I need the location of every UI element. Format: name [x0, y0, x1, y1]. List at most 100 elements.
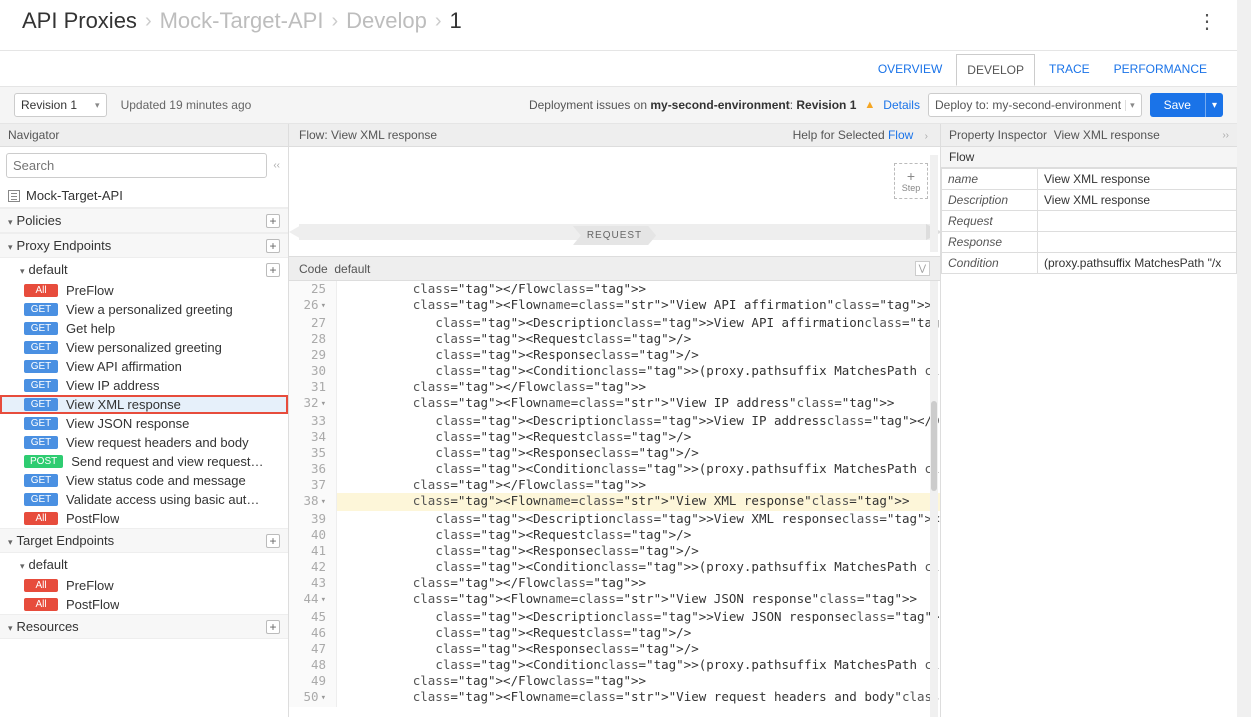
code-line[interactable]: 47 class="tag"><Responseclass="tag">/>: [289, 641, 940, 657]
kebab-menu-icon[interactable]: ⋮: [1197, 9, 1217, 34]
method-badge: GET: [24, 493, 58, 506]
flow-item[interactable]: GETView a personalized greeting: [0, 300, 288, 319]
tab-overview[interactable]: OVERVIEW: [868, 54, 952, 84]
code-line[interactable]: 39 class="tag"><Descriptionclass="tag">>…: [289, 511, 940, 527]
save-button[interactable]: Save: [1150, 93, 1205, 117]
code-editor[interactable]: 25 class="tag"></Flowclass="tag">>26▾ cl…: [289, 281, 940, 717]
diagram-scrollbar[interactable]: [930, 155, 938, 252]
section-resources[interactable]: ▾Resources +: [0, 614, 288, 639]
collapse-right-icon[interactable]: ›: [923, 131, 930, 142]
property-row[interactable]: nameView XML response: [942, 169, 1237, 190]
add-resource-button[interactable]: +: [266, 620, 280, 634]
tab-performance[interactable]: PERFORMANCE: [1104, 54, 1217, 84]
help-flow-link[interactable]: Flow: [888, 128, 913, 142]
breadcrumb-section[interactable]: Develop: [346, 8, 427, 34]
property-table: nameView XML responseDescriptionView XML…: [941, 168, 1237, 274]
line-number: 42: [289, 559, 337, 575]
flow-item[interactable]: POSTSend request and view request…: [0, 452, 288, 471]
method-badge: GET: [24, 360, 58, 373]
navigator-root[interactable]: Mock-Target-API: [0, 184, 288, 208]
flow-item[interactable]: GETGet help: [0, 319, 288, 338]
line-number: 33: [289, 413, 337, 429]
code-options-button[interactable]: ⋁: [915, 261, 930, 276]
flow-diagram: + Step REQUEST: [289, 147, 940, 257]
code-line[interactable]: 44▾ class="tag"><Flow name=class="str">"…: [289, 591, 940, 609]
code-line[interactable]: 50▾ class="tag"><Flow name=class="str">"…: [289, 689, 940, 707]
property-value[interactable]: (proxy.pathsuffix MatchesPath "/x: [1038, 253, 1237, 274]
add-flow-button[interactable]: +: [266, 263, 280, 277]
code-line[interactable]: 38▾ class="tag"><Flow name=class="str">"…: [289, 493, 940, 511]
collapse-icon[interactable]: ‹‹: [271, 160, 282, 171]
property-value[interactable]: [1038, 211, 1237, 232]
add-step-button[interactable]: + Step: [894, 163, 928, 199]
section-policies[interactable]: ▾Policies +: [0, 208, 288, 233]
section-target-endpoints[interactable]: ▾Target Endpoints +: [0, 528, 288, 553]
code-label: Code: [299, 262, 328, 276]
code-line[interactable]: 46 class="tag"><Requestclass="tag">/>: [289, 625, 940, 641]
flow-item[interactable]: AllPreFlow: [0, 576, 288, 595]
flow-item[interactable]: AllPostFlow: [0, 509, 288, 528]
code-line[interactable]: 26▾ class="tag"><Flow name=class="str">"…: [289, 297, 940, 315]
property-value[interactable]: View XML response: [1038, 169, 1237, 190]
line-number: 45: [289, 609, 337, 625]
code-line[interactable]: 41 class="tag"><Responseclass="tag">/>: [289, 543, 940, 559]
code-line[interactable]: 49 class="tag"></Flowclass="tag">>: [289, 673, 940, 689]
flow-item[interactable]: AllPostFlow: [0, 595, 288, 614]
flow-item[interactable]: GETView XML response: [0, 395, 288, 414]
code-line[interactable]: 29 class="tag"><Responseclass="tag">/>: [289, 347, 940, 363]
deploy-to-select[interactable]: Deploy to: my-second-environment ▾: [928, 93, 1142, 117]
section-proxy-endpoints[interactable]: ▾Proxy Endpoints +: [0, 233, 288, 258]
add-target-endpoint-button[interactable]: +: [266, 534, 280, 548]
property-row[interactable]: Condition(proxy.pathsuffix MatchesPath "…: [942, 253, 1237, 274]
tab-develop[interactable]: DEVELOP: [956, 54, 1035, 86]
code-line[interactable]: 36 class="tag"><Conditionclass="tag">>(p…: [289, 461, 940, 477]
search-input[interactable]: [6, 153, 267, 178]
code-line[interactable]: 31 class="tag"></Flowclass="tag">>: [289, 379, 940, 395]
breadcrumb-proxy[interactable]: Mock-Target-API: [160, 8, 324, 34]
target-endpoint-default[interactable]: ▾default: [0, 553, 288, 576]
revision-select[interactable]: Revision 1 ▾: [14, 93, 107, 117]
save-dropdown-button[interactable]: ▾: [1205, 93, 1223, 117]
code-line[interactable]: 30 class="tag"><Conditionclass="tag">>(p…: [289, 363, 940, 379]
code-line[interactable]: 42 class="tag"><Conditionclass="tag">>(p…: [289, 559, 940, 575]
breadcrumb-home[interactable]: API Proxies: [22, 8, 137, 34]
code-line[interactable]: 33 class="tag"><Descriptionclass="tag">>…: [289, 413, 940, 429]
tab-trace[interactable]: TRACE: [1039, 54, 1100, 84]
flow-item[interactable]: GETView API affirmation: [0, 357, 288, 376]
deployment-issue-text: Deployment issues on my-second-environme…: [529, 98, 856, 112]
flow-item[interactable]: GETView status code and message: [0, 471, 288, 490]
property-row[interactable]: DescriptionView XML response: [942, 190, 1237, 211]
add-policy-button[interactable]: +: [266, 214, 280, 228]
property-value[interactable]: [1038, 232, 1237, 253]
add-proxy-endpoint-button[interactable]: +: [266, 239, 280, 253]
property-key: Condition: [942, 253, 1038, 274]
code-line[interactable]: 45 class="tag"><Descriptionclass="tag">>…: [289, 609, 940, 625]
property-value[interactable]: View XML response: [1038, 190, 1237, 211]
flow-item[interactable]: GETView request headers and body: [0, 433, 288, 452]
flow-item[interactable]: GETView IP address: [0, 376, 288, 395]
property-row[interactable]: Request: [942, 211, 1237, 232]
flow-item[interactable]: GETView JSON response: [0, 414, 288, 433]
code-line[interactable]: 28 class="tag"><Requestclass="tag">/>: [289, 331, 940, 347]
flow-item[interactable]: GETValidate access using basic aut…: [0, 490, 288, 509]
code-line[interactable]: 34 class="tag"><Requestclass="tag">/>: [289, 429, 940, 445]
line-number: 40: [289, 527, 337, 543]
editor-scrollbar[interactable]: [930, 281, 938, 717]
code-line[interactable]: 35 class="tag"><Responseclass="tag">/>: [289, 445, 940, 461]
code-line[interactable]: 25 class="tag"></Flowclass="tag">>: [289, 281, 940, 297]
code-line[interactable]: 27 class="tag"><Descriptionclass="tag">>…: [289, 315, 940, 331]
code-line[interactable]: 48 class="tag"><Conditionclass="tag">>(p…: [289, 657, 940, 673]
expand-icon[interactable]: ››: [1222, 130, 1229, 141]
flow-item[interactable]: AllPreFlow: [0, 281, 288, 300]
method-badge: All: [24, 598, 58, 611]
breadcrumb-bar: API Proxies › Mock-Target-API › Develop …: [0, 0, 1237, 51]
code-line[interactable]: 37 class="tag"></Flowclass="tag">>: [289, 477, 940, 493]
proxy-endpoint-default[interactable]: ▾default +: [0, 258, 288, 281]
code-line[interactable]: 40 class="tag"><Requestclass="tag">/>: [289, 527, 940, 543]
breadcrumb-version: 1: [450, 8, 462, 34]
details-link[interactable]: Details: [883, 98, 920, 112]
code-line[interactable]: 32▾ class="tag"><Flow name=class="str">"…: [289, 395, 940, 413]
code-line[interactable]: 43 class="tag"></Flowclass="tag">>: [289, 575, 940, 591]
property-row[interactable]: Response: [942, 232, 1237, 253]
flow-item[interactable]: GETView personalized greeting: [0, 338, 288, 357]
